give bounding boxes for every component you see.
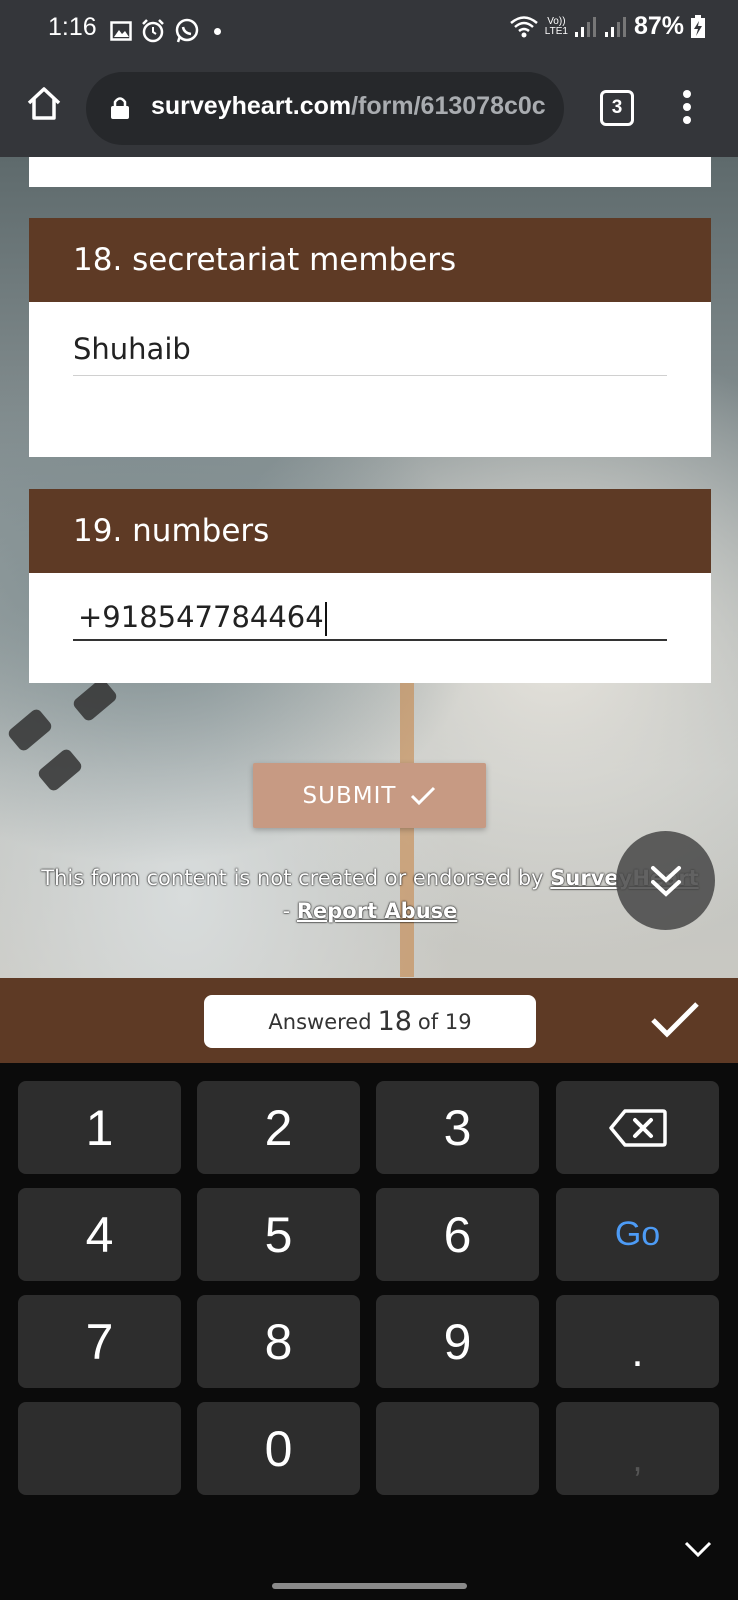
answered-count: 18 (377, 1006, 412, 1037)
lte-label: LTE1 (544, 25, 568, 37)
gesture-bar[interactable] (272, 1583, 467, 1589)
url-text: surveyheart.com/form/613078c0c (151, 92, 546, 121)
battery-charging-icon (691, 14, 705, 38)
backspace-icon (608, 1108, 667, 1147)
key-4[interactable]: 4 (18, 1188, 181, 1281)
text-caret (324, 602, 327, 636)
key-8[interactable]: 8 (197, 1295, 360, 1388)
url-host: surveyheart.com (151, 92, 352, 120)
submit-button[interactable]: SUBMIT (253, 763, 486, 828)
question-title: 19. numbers (29, 489, 711, 573)
whatsapp-icon (175, 18, 199, 43)
phone-number-input[interactable]: +918547784464 (78, 590, 672, 644)
disclaimer-dash: - (282, 899, 291, 923)
answered-counter: Answered 18 of 19 (204, 995, 536, 1048)
key-5[interactable]: 5 (197, 1188, 360, 1281)
signal-icon-2 (604, 16, 626, 37)
lock-icon (111, 97, 129, 119)
key-3[interactable]: 3 (376, 1081, 539, 1174)
input-underline (73, 639, 667, 641)
hide-keyboard-chevron-icon[interactable] (683, 1540, 713, 1558)
more-options-icon[interactable] (680, 90, 694, 126)
progress-bar: Answered 18 of 19 (0, 978, 738, 1063)
question-card: Shuhaib (29, 302, 711, 457)
answer-text: +918547784464 (78, 600, 324, 634)
disclaimer: This form content is not created or endo… (30, 862, 710, 928)
numeric-keyboard: 1 2 3 4 5 6 Go 7 8 9 . 0 , (0, 1063, 738, 1600)
status-time: 1:16 (48, 13, 97, 41)
gallery-icon (110, 21, 132, 41)
status-bar: 1:16 Vo)) LTE1 87% (0, 0, 738, 62)
question-title: 18. secretariat members (29, 218, 711, 302)
input-underline (73, 375, 667, 376)
disclaimer-text: This form content is not created or endo… (41, 866, 544, 890)
report-abuse-link[interactable]: Report Abuse (297, 899, 458, 923)
volte-label: Vo)) (547, 15, 566, 27)
lte-indicator: Vo)) LTE1 (544, 15, 568, 37)
key-6[interactable]: 6 (376, 1188, 539, 1281)
key-7[interactable]: 7 (18, 1295, 181, 1388)
notification-icons (110, 18, 221, 44)
check-icon (411, 786, 436, 805)
battery-percent: 87% (633, 12, 684, 40)
alarm-icon (142, 19, 164, 43)
comma-key[interactable]: , (556, 1402, 719, 1495)
empty-key (376, 1402, 539, 1495)
key-2[interactable]: 2 (197, 1081, 360, 1174)
answered-prefix: Answered (268, 1009, 372, 1034)
wifi-icon (509, 15, 538, 37)
url-path: /form/613078c0c (351, 92, 546, 120)
signal-icon (574, 16, 596, 37)
key-1[interactable]: 1 (18, 1081, 181, 1174)
done-check-icon[interactable] (650, 1000, 700, 1038)
double-chevron-down-icon (650, 865, 681, 897)
go-key[interactable]: Go (556, 1188, 719, 1281)
key-0[interactable]: 0 (197, 1402, 360, 1495)
home-icon[interactable] (24, 84, 64, 124)
background-decoration (6, 707, 54, 753)
previous-question-card (29, 157, 711, 187)
form-page: 18. secretariat members Shuhaib 19. numb… (0, 157, 738, 978)
more-notifications-dot (214, 27, 221, 35)
browser-toolbar: surveyheart.com/form/613078c0c 3 (0, 62, 738, 157)
empty-key (18, 1402, 181, 1495)
address-bar[interactable]: surveyheart.com/form/613078c0c (86, 72, 564, 145)
tab-switcher-button[interactable]: 3 (600, 90, 634, 126)
key-9[interactable]: 9 (376, 1295, 539, 1388)
background-decoration (71, 677, 119, 723)
question-card: +918547784464 (29, 573, 711, 683)
answered-suffix: of 19 (417, 1009, 472, 1034)
system-indicators: Vo)) LTE1 87% (509, 12, 706, 41)
submit-label: SUBMIT (302, 782, 397, 809)
background-decoration (36, 747, 84, 793)
period-key[interactable]: . (556, 1295, 719, 1388)
backspace-key[interactable] (556, 1081, 719, 1174)
scroll-down-button[interactable] (616, 831, 715, 930)
answer-input[interactable]: Shuhaib (73, 322, 667, 376)
